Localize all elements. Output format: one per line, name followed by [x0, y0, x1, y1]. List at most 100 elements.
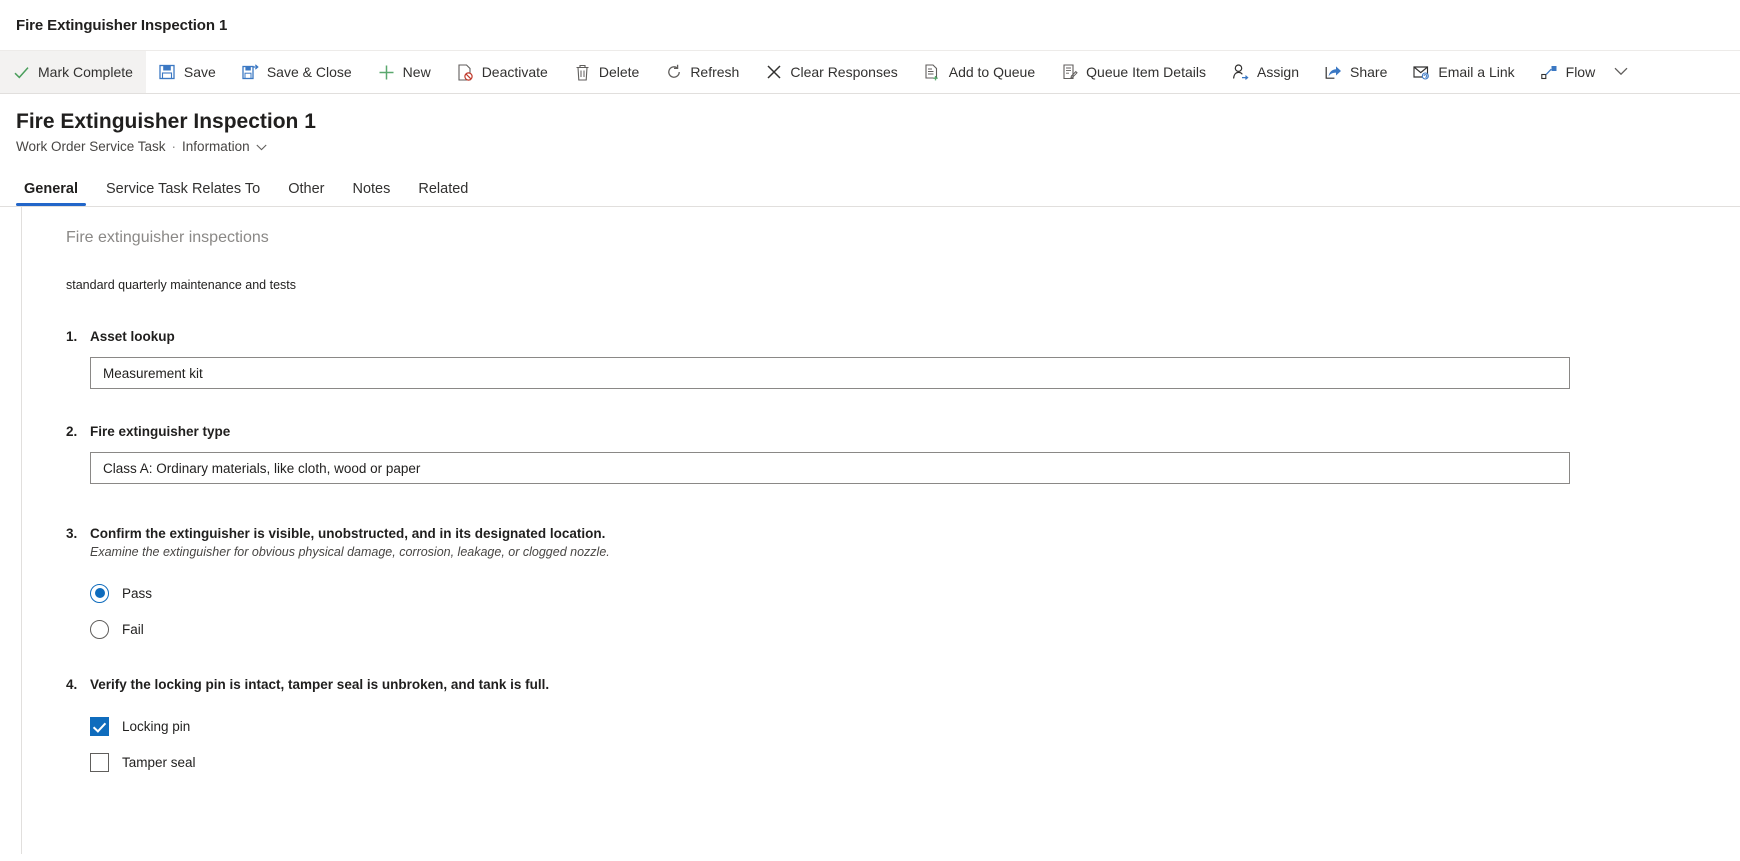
record-header: Fire Extinguisher Inspection 1 Work Orde… [0, 94, 1740, 156]
subtitle-separator: · [171, 139, 177, 154]
new-button[interactable]: New [365, 51, 444, 93]
tab-related[interactable]: Related [410, 181, 476, 206]
checkbox-locking-pin-icon[interactable] [90, 716, 109, 736]
tab-notes[interactable]: Notes [344, 181, 398, 206]
record-subtitle: Work Order Service Task · Information [16, 138, 1740, 156]
save-icon [159, 64, 176, 81]
question-1-label: Asset lookup [90, 329, 175, 344]
clear-responses-button[interactable]: Clear Responses [752, 51, 910, 93]
flow-icon [1540, 64, 1558, 81]
question-4: 4. Verify the locking pin is intact, tam… [66, 675, 1740, 780]
radio-pass-icon[interactable] [90, 583, 109, 603]
save-button[interactable]: Save [146, 51, 229, 93]
share-button[interactable]: Share [1312, 51, 1400, 93]
question-1-field-row [90, 357, 1740, 389]
refresh-button[interactable]: Refresh [652, 51, 752, 93]
question-3: 3. Confirm the extinguisher is visible, … [66, 524, 1740, 647]
question-2-field-row [90, 452, 1740, 484]
form-selector[interactable]: Information [182, 138, 267, 156]
section-title: Fire extinguisher inspections [66, 229, 269, 246]
checkbox-tamper-seal-label: Tamper seal [122, 754, 196, 770]
save-and-close-icon [242, 64, 259, 81]
tab-general[interactable]: General [16, 181, 86, 206]
tab-related-label: Related [418, 181, 469, 197]
assign-person-icon [1232, 64, 1249, 81]
checkbox-option-locking-pin[interactable]: Locking pin [90, 708, 1740, 744]
assign-button[interactable]: Assign [1219, 51, 1312, 93]
form-left-rail [0, 207, 22, 854]
queue-item-details-label: Queue Item Details [1086, 64, 1206, 80]
question-1: 1. Asset lookup [66, 327, 1740, 389]
checkbox-tamper-seal-icon[interactable] [90, 752, 109, 772]
checkmark-icon [13, 64, 30, 81]
tab-general-label: General [24, 181, 78, 197]
radio-fail-icon[interactable] [90, 619, 109, 639]
queue-item-details-button[interactable]: Queue Item Details [1048, 51, 1219, 93]
mark-complete-label: Mark Complete [38, 64, 133, 80]
radio-option-fail[interactable]: Fail [90, 611, 1740, 647]
form-tab-strip: General Service Task Relates To Other No… [0, 168, 1740, 206]
deactivate-icon [457, 63, 474, 81]
question-3-head: 3. Confirm the extinguisher is visible, … [66, 524, 1740, 543]
question-4-options: Locking pin Tamper seal [90, 708, 1740, 780]
add-to-queue-button[interactable]: Add to Queue [911, 51, 1048, 93]
refresh-icon [665, 64, 682, 81]
save-and-close-label: Save & Close [266, 64, 352, 80]
share-icon [1325, 64, 1342, 81]
delete-label: Delete [598, 64, 640, 80]
clear-responses-label: Clear Responses [790, 64, 898, 80]
question-2-head: 2. Fire extinguisher type [66, 422, 1740, 441]
question-3-number: 3. [66, 526, 78, 541]
new-label: New [402, 64, 431, 80]
tab-notes-label: Notes [352, 181, 391, 197]
checkbox-option-tamper-seal[interactable]: Tamper seal [90, 744, 1740, 780]
question-2: 2. Fire extinguisher type [66, 422, 1740, 484]
close-x-icon [765, 64, 782, 81]
question-1-number: 1. [66, 329, 78, 344]
email-link-icon [1413, 64, 1430, 81]
inspection-form: Fire extinguisher inspections standard q… [22, 207, 1740, 854]
question-3-label: Confirm the extinguisher is visible, uno… [90, 526, 606, 541]
email-a-link-button[interactable]: Email a Link [1400, 51, 1527, 93]
question-3-hint: Examine the extinguisher for obvious phy… [90, 545, 610, 559]
page-title: Fire Extinguisher Inspection 1 [16, 110, 316, 133]
command-bar: Mark Complete Save Save & Close New Deac… [0, 50, 1740, 94]
radio-pass-label: Pass [122, 585, 153, 601]
save-and-close-button[interactable]: Save & Close [229, 51, 365, 93]
question-4-head: 4. Verify the locking pin is intact, tam… [66, 675, 1740, 694]
tab-service-task-relates-to-label: Service Task Relates To [106, 181, 261, 197]
asset-lookup-input[interactable] [90, 357, 1570, 389]
flow-label: Flow [1565, 64, 1596, 80]
question-2-number: 2. [66, 424, 78, 439]
add-to-queue-label: Add to Queue [948, 64, 1036, 80]
section-description: standard quarterly maintenance and tests [66, 278, 296, 292]
question-1-head: 1. Asset lookup [66, 327, 1740, 346]
form-selector-label: Information [182, 139, 250, 154]
question-4-number: 4. [66, 677, 78, 692]
deactivate-label: Deactivate [481, 64, 548, 80]
save-label: Save [183, 64, 216, 80]
add-to-queue-icon [924, 63, 941, 81]
assign-label: Assign [1256, 64, 1300, 80]
chevron-down-icon [256, 138, 267, 156]
deactivate-button[interactable]: Deactivate [444, 51, 561, 93]
plus-icon [378, 64, 395, 81]
checkbox-locking-pin-label: Locking pin [122, 718, 191, 734]
delete-button[interactable]: Delete [561, 51, 652, 93]
tab-other[interactable]: Other [280, 181, 332, 206]
question-3-options: Pass Fail [90, 575, 1740, 647]
entity-name: Work Order Service Task [16, 139, 166, 154]
question-4-label: Verify the locking pin is intact, tamper… [90, 677, 550, 692]
form-body: Fire extinguisher inspections standard q… [0, 206, 1740, 854]
share-label: Share [1350, 64, 1388, 80]
queue-item-details-icon [1061, 63, 1078, 81]
fire-extinguisher-type-input[interactable] [90, 452, 1570, 484]
radio-option-pass[interactable]: Pass [90, 575, 1740, 611]
email-a-link-label: Email a Link [1438, 64, 1515, 80]
mark-complete-button[interactable]: Mark Complete [0, 51, 146, 93]
window-title-bar: Fire Extinguisher Inspection 1 [0, 0, 1740, 50]
command-bar-overflow-button[interactable] [1608, 51, 1642, 93]
tab-service-task-relates-to[interactable]: Service Task Relates To [98, 181, 268, 206]
question-2-label: Fire extinguisher type [90, 424, 231, 439]
flow-button[interactable]: Flow [1528, 51, 1609, 93]
